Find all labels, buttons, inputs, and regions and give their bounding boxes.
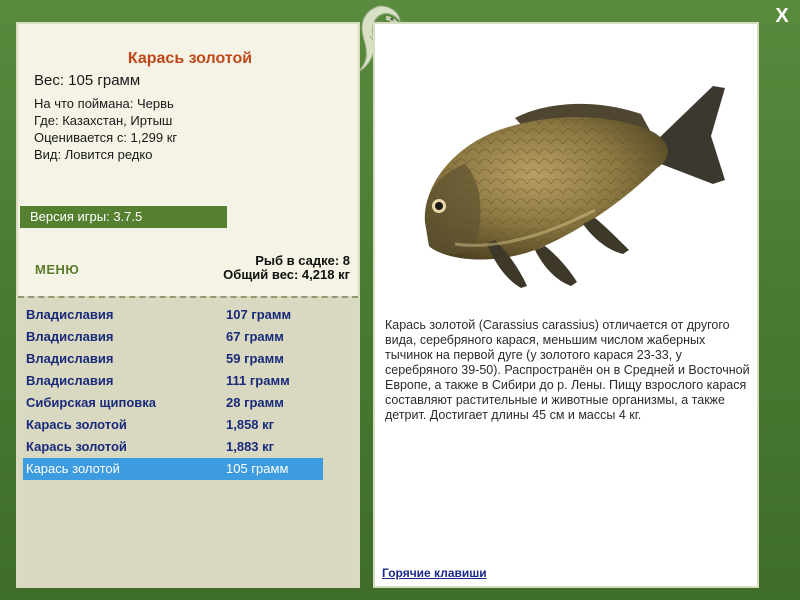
catch-fish-name: Владиславия — [26, 351, 114, 366]
net-fish-count: Рыб в садке: 8 — [255, 253, 350, 268]
close-button[interactable]: X — [772, 6, 792, 26]
rating-info: Оценивается с: 1,299 кг — [34, 130, 178, 145]
catch-fish-weight: 28 грамм — [226, 395, 284, 410]
catch-fish-name: Карась золотой — [26, 439, 127, 454]
fish-detail-panel: Карась золотой (Carassius carassius) отл… — [373, 22, 759, 588]
catch-list-item[interactable]: Владиславия 107 грамм — [23, 304, 323, 326]
crucian-carp-image — [424, 86, 725, 288]
catch-list-item[interactable]: Сибирская щиповка 28 грамм — [23, 392, 323, 414]
catch-fish-weight: 1,858 кг — [226, 417, 275, 432]
catch-fish-weight: 107 грамм — [226, 307, 292, 322]
catch-fish-name: Владиславия — [26, 329, 114, 344]
catch-fish-name: Карась золотой — [26, 417, 127, 432]
catch-fish-name: Владиславия — [26, 307, 114, 322]
catch-fish-weight: 67 грамм — [226, 329, 284, 344]
catch-list-item[interactable]: Карась золотой 105 грамм — [23, 458, 323, 480]
catch-list-item[interactable]: Владиславия 67 грамм — [23, 326, 323, 348]
net-total-weight: Общий вес: 4,218 кг — [223, 267, 350, 282]
catch-fish-name: Сибирская щиповка — [26, 395, 156, 410]
catch-list-item[interactable]: Владиславия 59 грамм — [23, 348, 323, 370]
catch-fish-weight: 1,883 кг — [226, 439, 275, 454]
catch-list-item[interactable]: Владиславия 111 грамм — [23, 370, 323, 392]
fish-title: Карась золотой — [127, 50, 253, 67]
catch-fish-name: Карась золотой — [26, 461, 120, 476]
catch-list: Владиславия 107 грамм Владиславия 67 гра… — [18, 296, 358, 588]
menu-button[interactable]: МЕНЮ — [35, 262, 79, 277]
location-info: Где: Казахстан, Иртыш — [34, 113, 173, 128]
catch-fish-name: Владиславия — [26, 373, 114, 388]
fish-description: Карась золотой (Carassius carassius) отл… — [385, 318, 750, 422]
catch-list-item[interactable]: Карась золотой 1,883 кг — [23, 436, 323, 458]
catch-fish-weight: 111 грамм — [226, 373, 290, 388]
fish-info-panel: Карась золотой Вес: 105 грамм На что пой… — [16, 22, 360, 588]
rarity-info: Вид: Ловится редко — [34, 147, 153, 162]
bait-info: На что поймана: Червь — [34, 96, 174, 111]
hotkeys-link[interactable]: Горячие клавиши — [382, 566, 487, 580]
game-version-bar: Версия игры: 3.7.5 — [20, 206, 227, 228]
catch-fish-weight: 59 грамм — [226, 351, 284, 366]
catch-list-item[interactable]: Карась золотой 1,858 кг — [23, 414, 323, 436]
catch-fish-weight: 105 грамм — [226, 461, 289, 476]
fish-weight: Вес: 105 грамм — [34, 72, 141, 89]
